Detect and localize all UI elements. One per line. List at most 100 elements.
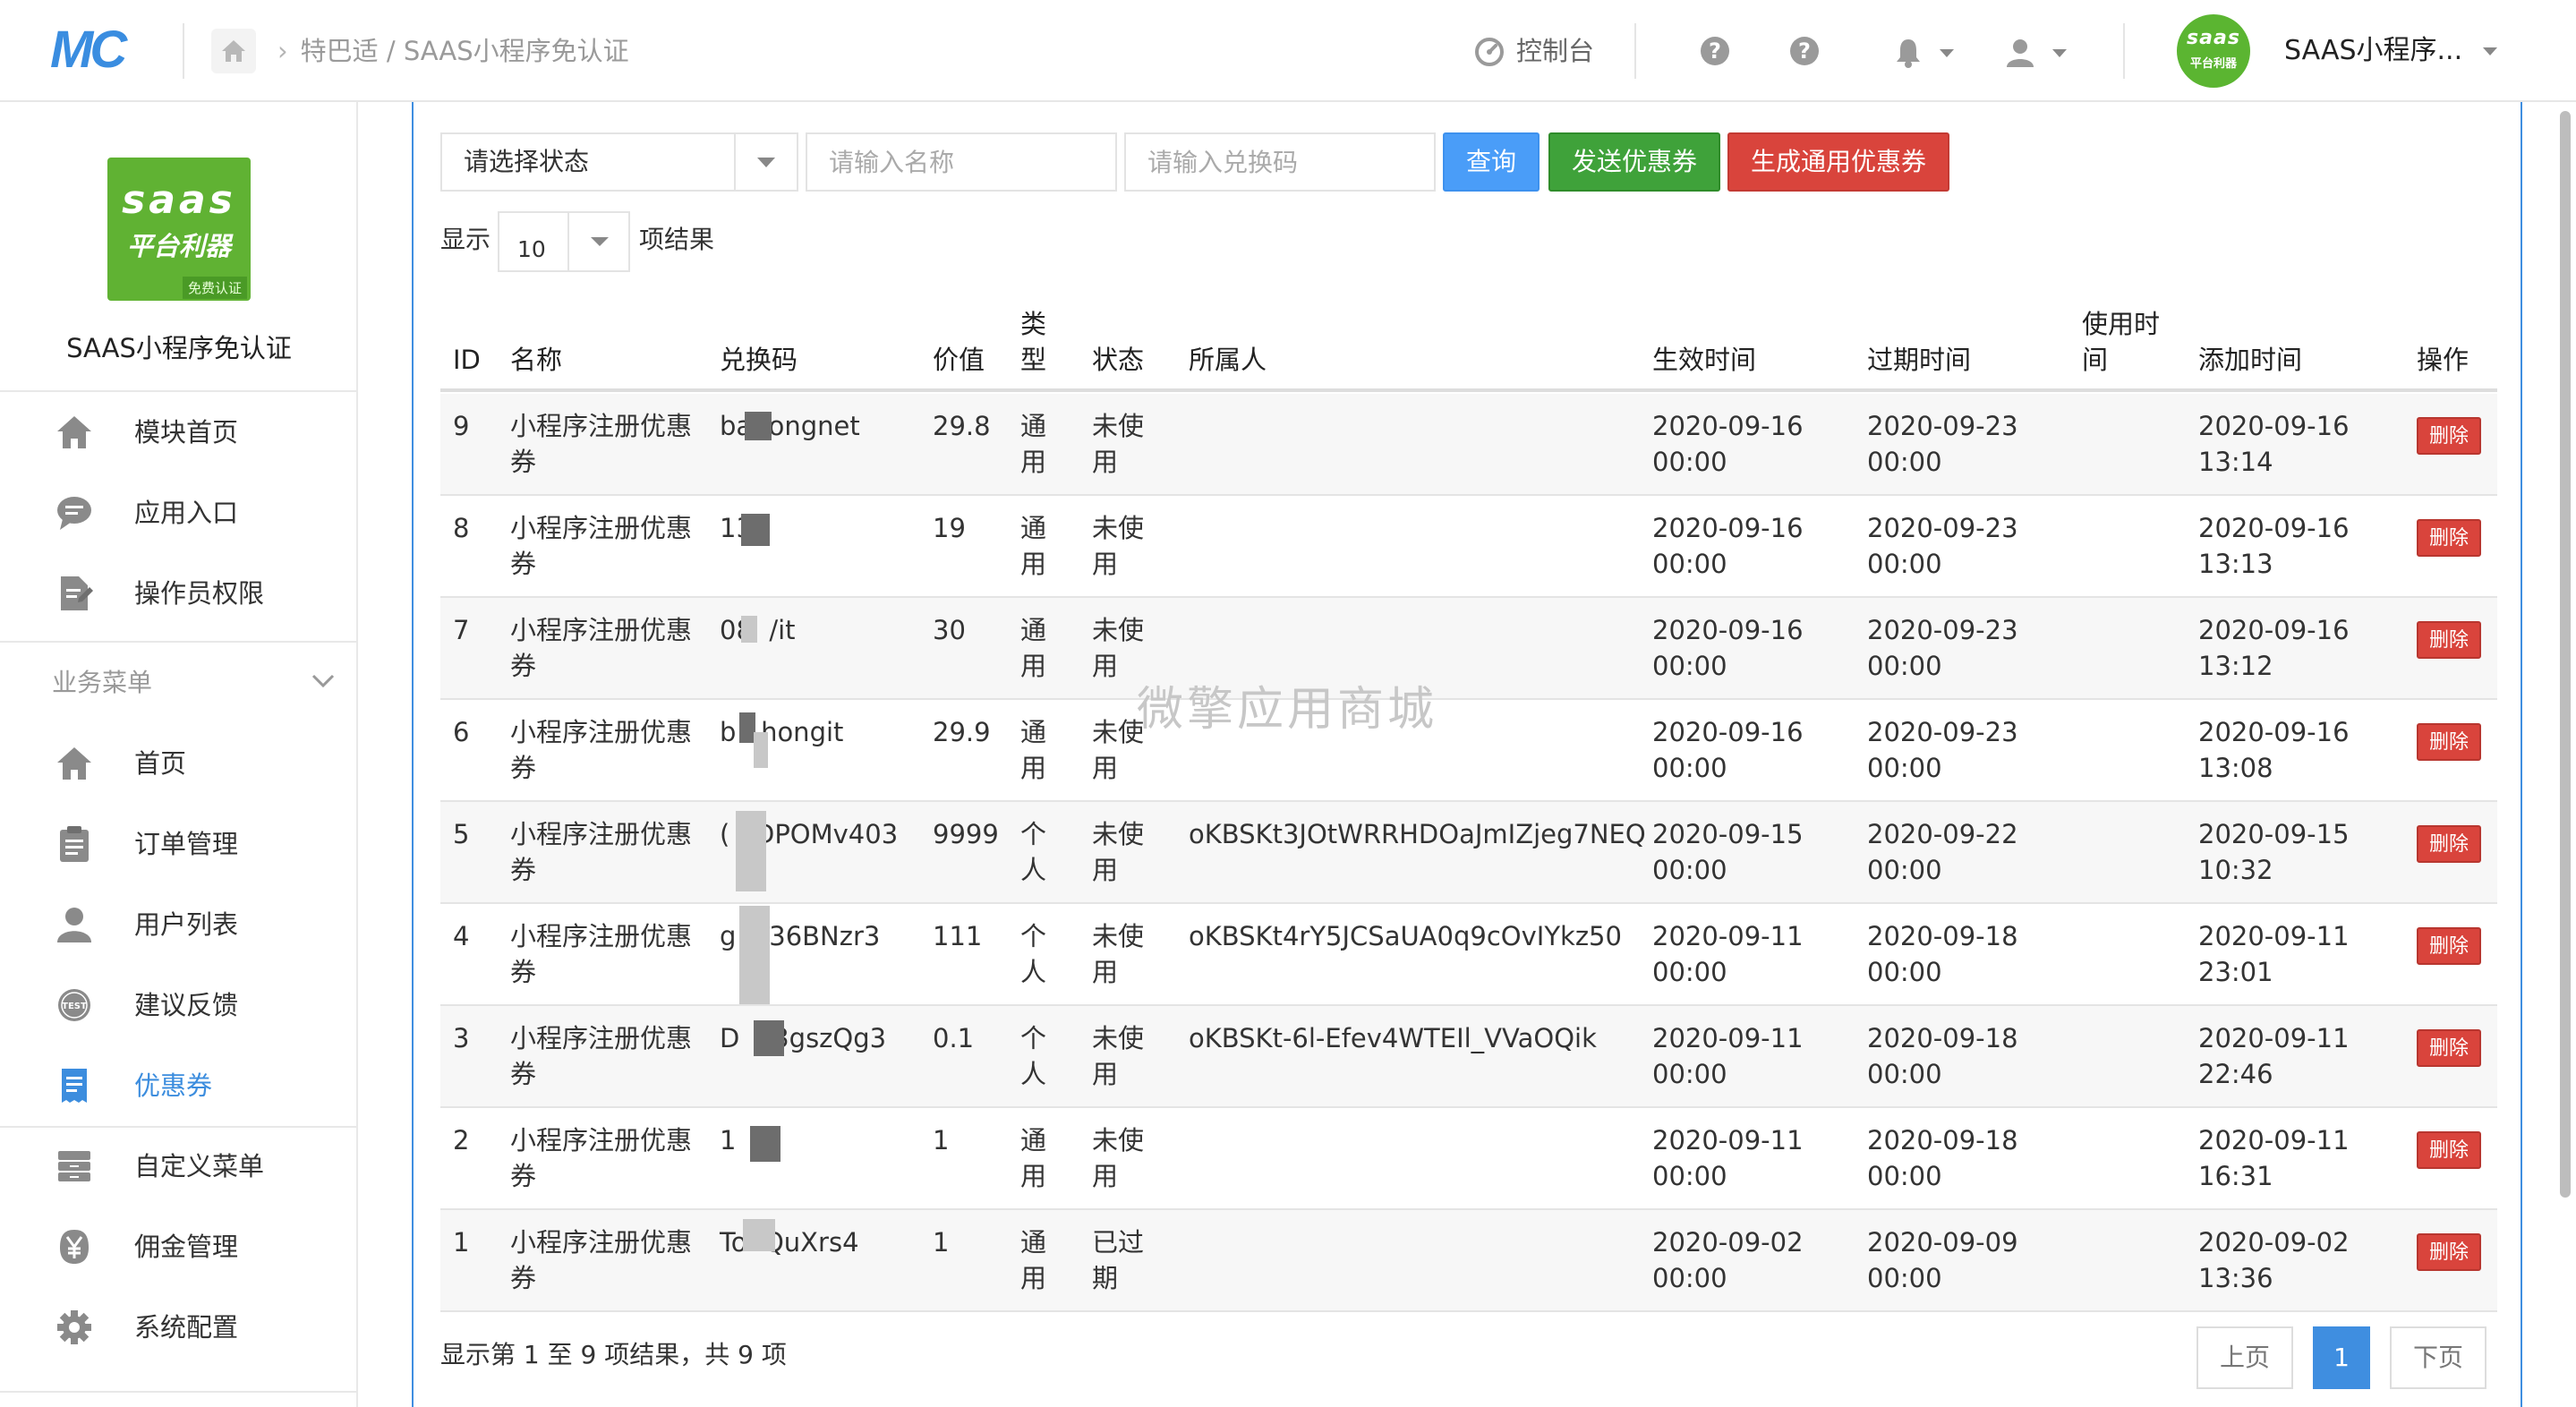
sidebar-item-orders[interactable]: 订单管理	[0, 804, 356, 884]
cell-added-part: 2020-09-02	[2198, 1227, 2350, 1258]
column-header-type[interactable]: 类型	[1020, 306, 1051, 378]
document-edit-icon	[61, 576, 93, 610]
cell-value: 0.1	[933, 1023, 975, 1053]
column-header-added-time[interactable]: 添加时间	[2198, 342, 2302, 378]
cell-name: 小程序注册优惠券	[510, 1125, 693, 1191]
home-icon	[222, 40, 245, 62]
avatar[interactable]: saas 平台利器	[2177, 14, 2250, 88]
cell-id: 5	[453, 819, 470, 849]
cell-start-part: 2020-09-11	[1652, 1023, 1804, 1053]
cell-start: 2020-09-16 00:00	[1652, 612, 1858, 684]
delete-button[interactable]: 删除	[2417, 927, 2481, 965]
header-divider	[1634, 23, 1636, 79]
status-select[interactable]: 请选择状态	[440, 132, 798, 192]
cell-expire: 2020-09-23 00:00	[1867, 612, 2073, 684]
next-page-button[interactable]: 下页	[2390, 1326, 2486, 1389]
cell-start-part: 2020-09-16	[1652, 513, 1804, 543]
cell-expire: 2020-09-22 00:00	[1867, 816, 2073, 888]
column-header-status[interactable]: 状态	[1092, 342, 1144, 378]
delete-button[interactable]: 删除	[2417, 723, 2481, 761]
sidebar-item-custom-menu[interactable]: 自定义菜单	[0, 1126, 356, 1207]
scrollbar-thumb[interactable]	[2560, 111, 2571, 1198]
sidebar-item-module-home[interactable]: 模块首页	[0, 392, 356, 473]
page-length-select[interactable]: 10	[498, 211, 630, 272]
column-header-name[interactable]: 名称	[510, 342, 562, 378]
breadcrumb-item[interactable]: 特巴适	[301, 36, 379, 66]
question-icon[interactable]: ?	[1788, 35, 1821, 67]
sidebar-item-coupons[interactable]: 优惠券	[0, 1045, 356, 1126]
code-search-input[interactable]	[1124, 132, 1436, 192]
cell-start: 2020-09-11 00:00	[1652, 918, 1858, 990]
cell-value: 1	[933, 1125, 950, 1155]
account-name[interactable]: SAAS小程序...	[2284, 30, 2462, 72]
cell-start-part: 2020-09-11	[1652, 921, 1804, 951]
prev-page-button[interactable]: 上页	[2196, 1326, 2293, 1389]
avatar-subtext: 平台利器	[2189, 57, 2237, 71]
column-header-expire-time[interactable]: 过期时间	[1867, 342, 1971, 378]
column-header-id[interactable]: ID	[453, 342, 481, 378]
cell-expire-part: 2020-09-23	[1867, 615, 2018, 645]
sidebar-item-label: 模块首页	[134, 417, 239, 448]
notifications-menu[interactable]	[1894, 30, 1955, 72]
sidebar-item-settings[interactable]: 系统配置	[0, 1287, 356, 1368]
cell-expire: 2020-09-18 00:00	[1867, 918, 2073, 990]
sidebar-item-app-entry[interactable]: 应用入口	[0, 473, 356, 553]
sidebar-item-users[interactable]: 用户列表	[0, 884, 356, 965]
cell-start: 2020-09-02 00:00	[1652, 1224, 1858, 1296]
sidebar-item-commission[interactable]: 佣金管理	[0, 1207, 356, 1287]
send-coupon-button[interactable]: 发送优惠券	[1548, 132, 1720, 192]
cell-start-part: 00:00	[1652, 549, 1727, 579]
cell-status: 未使用	[1092, 819, 1145, 885]
user-menu[interactable]	[2005, 30, 2068, 72]
gear-icon	[57, 1310, 91, 1344]
sidebar-item-home[interactable]: 首页	[0, 723, 356, 804]
name-search-input[interactable]	[806, 132, 1117, 192]
column-header-owner[interactable]: 所属人	[1189, 342, 1267, 378]
cell-start-part: 00:00	[1652, 855, 1727, 885]
sidebar-item-operator-permissions[interactable]: 操作员权限	[0, 553, 356, 634]
delete-button[interactable]: 删除	[2417, 417, 2481, 455]
sidebar-section-business-menu[interactable]: 业务菜单	[0, 643, 356, 723]
cell-id: 3	[453, 1023, 470, 1053]
cell-start-part: 2020-09-16	[1652, 411, 1804, 441]
console-link[interactable]: 控制台	[1516, 30, 1594, 72]
status-select-value: 请选择状态	[464, 147, 590, 176]
delete-button[interactable]: 删除	[2417, 1131, 2481, 1169]
app-logo: saas 平台利器 免费认证	[107, 158, 251, 301]
chevron-down-icon	[1940, 48, 1955, 57]
bell-icon	[1897, 39, 1920, 68]
site-logo[interactable]: MC	[50, 24, 143, 76]
home-button[interactable]	[211, 29, 256, 73]
delete-button[interactable]: 删除	[2417, 1029, 2481, 1067]
delete-button[interactable]: 删除	[2417, 1233, 2481, 1271]
column-header-code[interactable]: 兑换码	[720, 342, 798, 378]
cell-expire-part: 00:00	[1867, 549, 1942, 579]
chevron-down-icon[interactable]	[2483, 47, 2497, 55]
header-divider	[2123, 23, 2125, 79]
column-header-start-time[interactable]: 生效时间	[1652, 342, 1756, 378]
column-header-value[interactable]: 价值	[933, 342, 985, 378]
delete-button[interactable]: 删除	[2417, 621, 2481, 659]
svg-text:?: ?	[1709, 38, 1721, 64]
page-button-current[interactable]: 1	[2313, 1326, 2370, 1389]
table-row: 7 小程序注册优惠券 08 /it 30 通用 未使用 2020-09-16 00:00 202…	[440, 598, 2497, 700]
breadcrumb-item[interactable]: SAAS小程序免认证	[404, 36, 629, 66]
help-icon[interactable]: ?	[1699, 35, 1731, 67]
delete-button[interactable]: 删除	[2417, 825, 2481, 863]
query-button[interactable]: 查询	[1443, 132, 1540, 192]
cell-added: 2020-09-16 13:14	[2198, 408, 2404, 480]
cell-start-part: 00:00	[1652, 753, 1727, 783]
column-header-used-time[interactable]: 使用时间	[2082, 306, 2162, 378]
delete-button[interactable]: 删除	[2417, 519, 2481, 557]
redaction-mask	[739, 906, 770, 1004]
generate-coupon-button[interactable]: 生成通用优惠券	[1727, 132, 1949, 192]
table-header-divider	[440, 388, 2497, 392]
cell-added: 2020-09-15 10:32	[2198, 816, 2404, 888]
page-length-label: 显示	[440, 225, 491, 254]
cell-start: 2020-09-16 00:00	[1652, 408, 1858, 480]
cell-start-part: 00:00	[1652, 1059, 1727, 1089]
sidebar-item-feedback[interactable]: TEST 建议反馈	[0, 965, 356, 1045]
cell-type: 通用	[1020, 1227, 1047, 1293]
sidebar-section-label: 业务菜单	[52, 668, 153, 697]
table-row: 3 小程序注册优惠券 D 53gszQg3 0.1 个人 未使用 oKBSKt-6l-Efe…	[440, 1006, 2497, 1108]
